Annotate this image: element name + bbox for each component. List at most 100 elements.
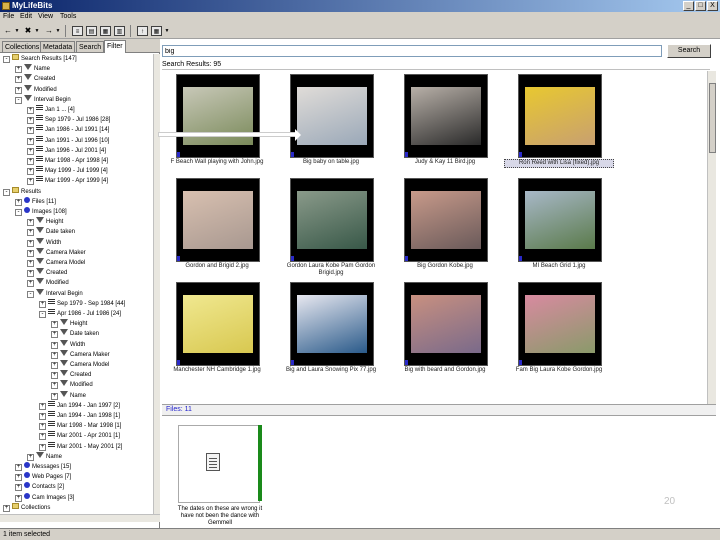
expand-icon[interactable]: +	[27, 260, 34, 267]
expand-icon[interactable]: +	[27, 270, 34, 278]
expand-icon[interactable]: +	[15, 464, 22, 471]
tree-node[interactable]: + Camera Model	[51, 360, 109, 370]
tree-node[interactable]: + Name	[27, 451, 62, 462]
expand-icon[interactable]: +	[51, 392, 58, 400]
tab-collections[interactable]: Collections	[2, 41, 43, 52]
expand-icon[interactable]: +	[27, 229, 34, 237]
expand-icon[interactable]: +	[51, 321, 58, 329]
scrollbar-thumb[interactable]	[709, 83, 716, 153]
photo-item[interactable]: MI Beach Grid 1.jpg	[504, 176, 614, 281]
tree-node[interactable]: + Web Pages [7]	[15, 472, 71, 482]
tree-node[interactable]: + Jan 1986 - Jul 1991 [14]	[27, 125, 109, 135]
photo-item[interactable]: Fam Big Laura Kobe Gordon.jpg	[504, 280, 614, 385]
tree-node[interactable]: + Sep 1979 - Jul 1986 [28]	[27, 115, 110, 125]
expand-icon[interactable]: +	[15, 76, 22, 84]
view-thumbnails-icon[interactable]: ▦	[100, 26, 111, 36]
menu-tools[interactable]: Tools	[60, 13, 76, 20]
tree-vertical-scrollbar[interactable]	[153, 54, 160, 514]
close-button[interactable]: X	[707, 1, 718, 11]
photo-item[interactable]: Judy & Kay 11 Bird.jpg	[390, 72, 500, 177]
expand-icon[interactable]: +	[27, 280, 34, 288]
view-list-icon[interactable]: ▤	[86, 26, 97, 36]
photo-item[interactable]: Big and Laura Snowing Pix 77.jpg	[276, 280, 386, 385]
up-folder-icon[interactable]: ↑	[137, 26, 148, 36]
tree-node[interactable]: + Jan 1996 - Jul 2001 [4]	[27, 145, 106, 156]
results-vertical-scrollbar[interactable]	[707, 71, 716, 404]
tree-node[interactable]: - Apr 1986 - Jul 1986 [24]	[39, 309, 121, 319]
expand-icon[interactable]: +	[27, 158, 34, 165]
tree-node[interactable]: + Date taken	[51, 329, 99, 339]
expand-icon[interactable]: +	[3, 504, 10, 512]
tree-node[interactable]: + Collections	[3, 502, 50, 513]
tree-node[interactable]: + Height	[27, 217, 63, 227]
expand-icon[interactable]: +	[15, 66, 22, 74]
expand-icon[interactable]: +	[39, 413, 46, 420]
expand-icon[interactable]: +	[27, 239, 34, 247]
tab-metadata[interactable]: Metadata	[40, 41, 76, 52]
views-icon[interactable]: ▦	[151, 26, 162, 36]
tree-node[interactable]: + Jan 1 ... [4]	[27, 105, 75, 115]
tree-node[interactable]: + Width	[51, 339, 85, 350]
back-dropdown-icon[interactable]: ▼	[14, 26, 20, 36]
tree-node[interactable]: + Modified	[51, 380, 93, 390]
expand-icon[interactable]: +	[27, 168, 34, 176]
expand-icon[interactable]: +	[51, 331, 58, 339]
photo-item[interactable]: Gordon Laura Kobe Pam Gordon Brigid.jpg	[276, 176, 386, 281]
forward-icon[interactable]: →	[44, 26, 54, 36]
collapse-icon[interactable]: -	[3, 56, 10, 63]
expand-icon[interactable]: +	[27, 453, 34, 461]
document-item[interactable]: The dates on these are wrong it have not…	[172, 423, 268, 526]
tree-horizontal-scrollbar[interactable]	[0, 514, 160, 522]
tab-files[interactable]: Files: 11	[166, 406, 192, 413]
expand-icon[interactable]: +	[27, 147, 34, 155]
collapse-icon[interactable]: -	[39, 311, 46, 318]
expand-icon[interactable]: +	[39, 443, 46, 451]
photo-item[interactable]: Big Gordon Kobe.jpg	[390, 176, 500, 281]
back-icon[interactable]: ←	[3, 26, 13, 36]
tree-node[interactable]: + Camera Model	[27, 258, 85, 268]
tree-node[interactable]: + Modified	[15, 84, 57, 95]
expand-icon[interactable]: +	[15, 86, 22, 94]
search-input[interactable]	[162, 45, 662, 57]
tree-node[interactable]: - Images [108]	[15, 207, 67, 217]
tree-node[interactable]: + Messages [15]	[15, 462, 71, 472]
tree-node[interactable]: + Created	[51, 370, 91, 380]
tree-node[interactable]: + Camera Maker	[51, 349, 110, 360]
tree-node[interactable]: - Interval Begin	[15, 94, 71, 105]
tree-node[interactable]: + Contacts [2]	[15, 482, 64, 492]
tree-node[interactable]: + Mar 1999 - Apr 1999 [4]	[27, 176, 108, 186]
collapse-icon[interactable]: -	[3, 188, 10, 196]
tree-node[interactable]: + Width	[27, 237, 61, 248]
photo-item[interactable]: Big baby on table.jpg	[276, 72, 386, 177]
photo-item[interactable]: Ron Reed with Lisa (fixed).jpg	[504, 72, 614, 177]
expand-icon[interactable]: +	[15, 198, 22, 206]
tree-node[interactable]: + Date taken	[27, 227, 75, 237]
tree-node[interactable]: + May 1999 - Jul 1999 [4]	[27, 166, 108, 176]
tree-node[interactable]: + Files [11]	[15, 196, 56, 207]
delete-dropdown-icon[interactable]: ▼	[34, 26, 40, 36]
tree-node[interactable]: + Name	[51, 390, 86, 401]
menu-file[interactable]: File	[3, 13, 14, 20]
tree-node[interactable]: - Interval Begin	[27, 288, 83, 299]
expand-icon[interactable]: +	[39, 300, 46, 308]
forward-dropdown-icon[interactable]: ▼	[55, 26, 61, 36]
tree-node[interactable]: + Sep 1979 - Sep 1984 [44]	[39, 298, 125, 309]
tree-node[interactable]: + Mar 2001 - Apr 2001 [1]	[39, 431, 120, 441]
minimize-button[interactable]: _	[683, 1, 694, 11]
view-filmstrip-icon[interactable]: ▥	[114, 26, 125, 36]
tree-node[interactable]: + Camera Maker	[27, 247, 86, 258]
view-details-icon[interactable]: ≡	[72, 26, 83, 36]
tree-node[interactable]: + Height	[51, 319, 87, 329]
expand-icon[interactable]: +	[15, 474, 22, 482]
tab-search[interactable]: Search	[76, 41, 105, 52]
expand-icon[interactable]: +	[51, 382, 58, 390]
tree-node[interactable]: + Mar 1998 - Apr 1998 [4]	[27, 156, 108, 166]
expand-icon[interactable]: +	[51, 351, 58, 359]
expand-icon[interactable]: +	[39, 433, 46, 441]
expand-icon[interactable]: +	[51, 341, 58, 349]
delete-icon[interactable]: ✖	[23, 26, 33, 36]
expand-icon[interactable]: +	[27, 137, 34, 145]
search-button[interactable]: Search	[667, 44, 711, 58]
tree-node[interactable]: + Cam Images [3]	[15, 492, 74, 503]
tree-node[interactable]: + Mar 1998 - Mar 1998 [1]	[39, 421, 121, 431]
